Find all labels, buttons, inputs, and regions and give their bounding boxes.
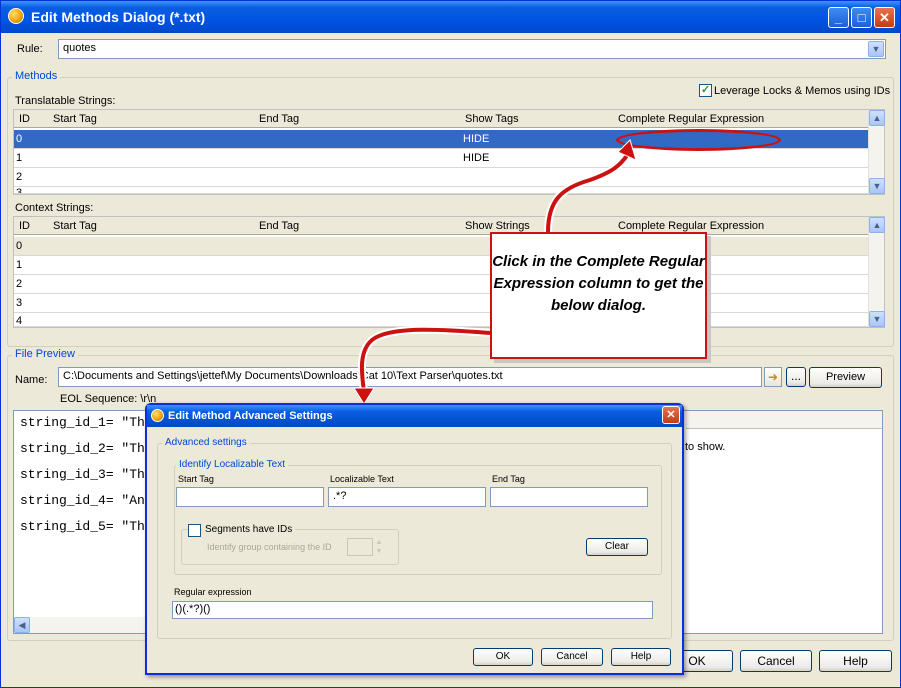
localizable-value: .*? [333, 490, 347, 502]
end-tag-input[interactable] [490, 487, 648, 507]
arrow-down-head [353, 387, 375, 405]
arrow-up-line [546, 152, 630, 233]
advanced-group-title: Advanced settings [162, 437, 250, 448]
end-tag-label: End Tag [492, 474, 525, 484]
segments-label: Segments have IDs [202, 524, 296, 535]
regex-value: ()(.*?)() [175, 603, 211, 615]
start-tag-input[interactable] [176, 487, 324, 507]
localizable-input[interactable]: .*? [328, 487, 486, 507]
dialog-title: Edit Method Advanced Settings [168, 410, 333, 422]
close-icon: ✕ [666, 409, 676, 421]
arrow-down-outline [357, 325, 491, 393]
regex-label: Regular expression [174, 587, 252, 597]
clear-button[interactable]: Clear [586, 538, 648, 556]
segments-checkbox[interactable] [188, 524, 201, 537]
dialog-cancel-button[interactable]: Cancel [541, 648, 603, 666]
dialog-app-icon [151, 409, 164, 422]
group-id-stepper[interactable] [347, 538, 373, 556]
dialog-titlebar[interactable]: Edit Method Advanced Settings ✕ [147, 405, 682, 427]
start-tag-label: Start Tag [178, 474, 214, 484]
localizable-label: Localizable Text [330, 474, 394, 484]
stepper-arrows-icon[interactable]: ▲ ▼ [374, 538, 384, 556]
dialog-help-button[interactable]: Help [611, 648, 671, 666]
identify-title: Identify Localizable Text [176, 459, 288, 470]
dialog-close-button[interactable]: ✕ [662, 406, 680, 424]
advanced-settings-dialog: Edit Method Advanced Settings ✕ Advanced… [145, 403, 684, 675]
regex-input[interactable]: ()(.*?)() [172, 601, 653, 619]
dialog-ok-button[interactable]: OK [473, 648, 533, 666]
identify-group-label: Identify group containing the ID [207, 542, 332, 552]
instruction-callout: Click in the Complete Regular Expression… [490, 232, 707, 359]
